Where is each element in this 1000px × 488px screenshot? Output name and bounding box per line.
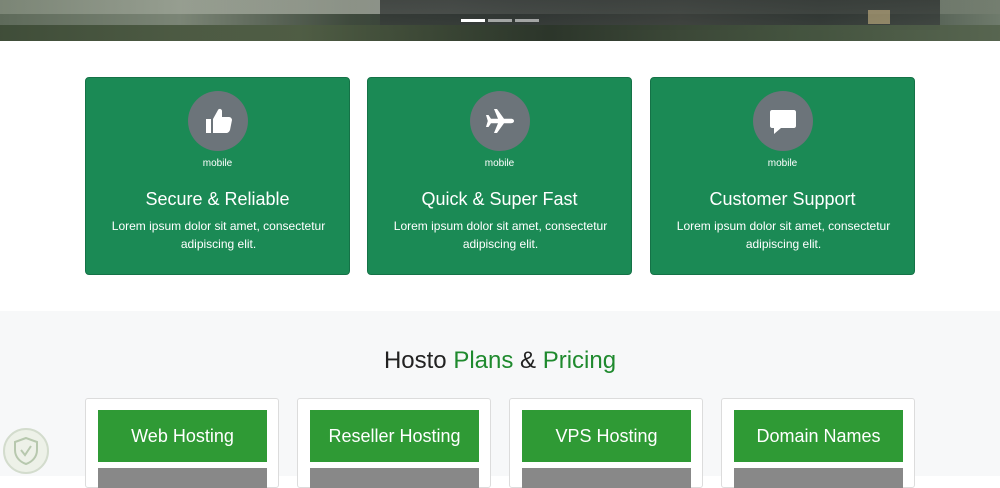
pricing-heading-brand: Hosto — [383, 347, 454, 374]
shield-badge-icon — [3, 428, 49, 474]
feature-title: Secure & Reliable — [145, 189, 290, 209]
feature-title: Quick & Super Fast — [421, 189, 578, 209]
slider-dot-1[interactable] — [461, 19, 485, 22]
thumbs-up-icon — [187, 91, 248, 151]
pricing-section: Hosto Plans & Pricing Web Hosting Resell… — [0, 311, 1000, 488]
features-section: mobile Secure & Reliable Lorem ipsum dol… — [85, 77, 915, 275]
plan-card-vps-hosting: VPS Hosting — [509, 398, 703, 488]
feature-icon-label: mobile — [484, 158, 515, 169]
plan-price-bar — [522, 468, 691, 488]
plan-title: VPS Hosting — [522, 410, 691, 462]
slider-dot-3[interactable] — [515, 19, 539, 22]
plan-title: Web Hosting — [98, 410, 267, 462]
hero-window-light — [868, 10, 890, 24]
feature-card-fast: mobile Quick & Super Fast Lorem ipsum do… — [367, 77, 632, 275]
plan-price-bar — [734, 468, 903, 488]
plan-title: Reseller Hosting — [310, 410, 479, 462]
plan-card-reseller-hosting: Reseller Hosting — [297, 398, 491, 488]
hero-ground — [0, 25, 1000, 41]
feature-text: Lorem ipsum dolor sit amet, consectetur … — [111, 219, 326, 251]
hero-slider — [0, 0, 1000, 41]
plane-icon — [469, 91, 530, 151]
plan-card-domain-names: Domain Names — [721, 398, 915, 488]
feature-icon-label: mobile — [202, 158, 233, 169]
feature-text: Lorem ipsum dolor sit amet, consectetur … — [393, 219, 608, 251]
slider-dot-2[interactable] — [488, 19, 512, 22]
plan-title: Domain Names — [734, 410, 903, 462]
feature-title: Customer Support — [709, 189, 856, 209]
comment-icon — [752, 91, 813, 151]
feature-card-secure: mobile Secure & Reliable Lorem ipsum dol… — [85, 77, 350, 275]
pricing-heading-plans: Plans — [453, 347, 514, 374]
feature-text: Lorem ipsum dolor sit amet, consectetur … — [676, 219, 891, 251]
feature-icon-label: mobile — [767, 158, 798, 169]
pricing-heading-pricing: Pricing — [542, 347, 617, 374]
plan-price-bar — [98, 468, 267, 488]
pricing-heading-amp: & — [513, 347, 543, 374]
plan-card-web-hosting: Web Hosting — [85, 398, 279, 488]
pricing-heading: Hosto Plans & Pricing — [0, 347, 1000, 375]
plan-price-bar — [310, 468, 479, 488]
slider-indicators — [461, 19, 539, 22]
feature-card-support: mobile Customer Support Lorem ipsum dolo… — [650, 77, 915, 275]
